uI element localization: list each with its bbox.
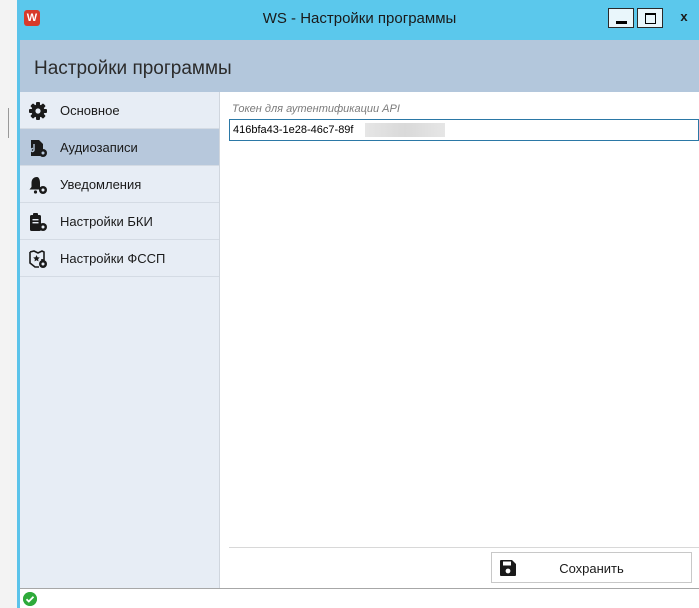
settings-window: W WS - Настройки программы x Настройки п… [17, 0, 699, 608]
audio-file-settings-icon [30, 140, 47, 157]
sidebar-item-label: Аудиозаписи [60, 140, 138, 155]
footer-divider [229, 547, 699, 548]
gear-icon [29, 102, 47, 120]
status-bar [20, 588, 699, 608]
sidebar-item-general[interactable]: Основное [20, 92, 219, 129]
redacted-token-mask [365, 123, 445, 137]
sidebar-item-fssp-settings[interactable]: Настройки ФССП [20, 240, 219, 277]
background-window-edge [0, 0, 17, 608]
sidebar: Основное Аудиозаписи Уведомления Настрой… [20, 92, 220, 588]
sidebar-item-label: Настройки БКИ [60, 214, 153, 229]
window-title: WS - Настройки программы [262, 10, 457, 27]
save-button[interactable]: Сохранить [491, 552, 692, 583]
close-button[interactable]: x [666, 8, 699, 28]
bell-settings-icon [29, 177, 47, 194]
sidebar-item-notifications[interactable]: Уведомления [20, 166, 219, 203]
sidebar-item-bki-settings[interactable]: Настройки БКИ [20, 203, 219, 240]
sidebar-item-label: Настройки ФССП [60, 251, 166, 266]
api-token-input[interactable] [229, 119, 699, 141]
page-header: Настройки программы [20, 40, 699, 92]
sidebar-item-label: Основное [60, 103, 120, 118]
background-fragment [8, 108, 12, 138]
settings-content: Токен для аутентификации API Сохранить [220, 92, 699, 588]
close-icon: x [680, 9, 688, 24]
page-title: Настройки программы [34, 58, 232, 79]
badge-settings-icon [29, 250, 47, 268]
clipboard-settings-icon [30, 213, 47, 231]
maximize-button[interactable] [637, 8, 663, 28]
sidebar-item-audio[interactable]: Аудиозаписи [20, 129, 219, 166]
title-bar[interactable]: W WS - Настройки программы x [20, 0, 699, 40]
token-field-label: Токен для аутентификации API [232, 103, 400, 115]
check-circle-icon [23, 592, 37, 606]
save-button-label: Сохранить [559, 561, 624, 576]
minimize-button[interactable] [608, 8, 634, 28]
sidebar-item-label: Уведомления [60, 177, 142, 192]
